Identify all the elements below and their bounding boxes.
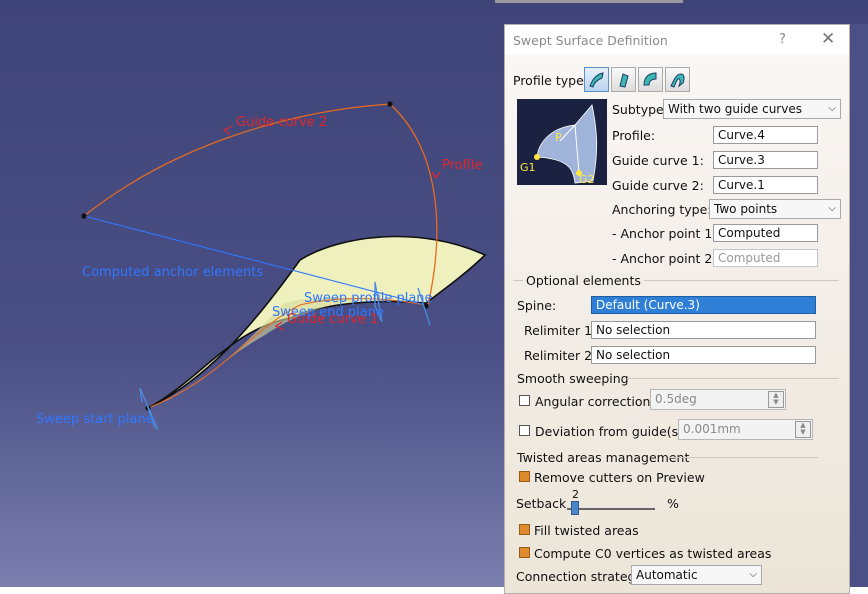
angular-correction-label: Angular correction:: [535, 394, 655, 409]
explicit-profile-icon: [589, 72, 604, 88]
profile-arrow: [431, 171, 441, 180]
spinner-arrows-icon[interactable]: ▲ ▼: [768, 391, 784, 408]
sweep-start-plane-label: Sweep start plane: [36, 412, 154, 427]
remove-cutters-label: Remove cutters on Preview: [534, 470, 705, 485]
optional-elements-title: Optional elements: [523, 273, 644, 288]
guide-curve-1-label: Guide curve 1: [287, 312, 379, 327]
relimiter-1-label: Relimiter 1:: [524, 323, 597, 338]
deviation-checkbox[interactable]: [519, 425, 530, 436]
connection-strategy-dropdown[interactable]: Automatic ⌵: [631, 565, 762, 585]
line-profile-button[interactable]: [611, 67, 636, 92]
anchor-point-1-field[interactable]: Computed: [713, 224, 818, 242]
guide-curve-1-field[interactable]: Curve.3: [713, 151, 818, 169]
chevron-down-icon: ⌵: [828, 103, 836, 114]
deviation-spinner[interactable]: 0.001mm ▲ ▼: [678, 419, 813, 440]
anchoring-type-value: Two points: [714, 202, 778, 216]
deviation-label: Deviation from guide(s):: [535, 424, 688, 439]
computed-anchor-label: Computed anchor elements: [82, 265, 264, 280]
connection-strategy-value: Automatic: [636, 568, 698, 582]
swept-surface-dialog: Swept Surface Definition ? ✕ Profile typ…: [504, 24, 850, 594]
profile-type-label: Profile type:: [513, 73, 588, 88]
profile-field-label: Profile:: [612, 128, 656, 143]
spine-field[interactable]: Default (Curve.3): [591, 296, 816, 314]
preview-point-g2: G2: [579, 173, 595, 186]
anchoring-type-dropdown[interactable]: Two points ⌵: [709, 199, 841, 219]
compute-c0-checkbox[interactable]: [519, 547, 530, 558]
deviation-value: 0.001mm: [683, 422, 741, 436]
dialog-titlebar[interactable]: Swept Surface Definition ? ✕: [505, 25, 849, 55]
guide-curve-2-field-label: Guide curve 2:: [612, 178, 704, 193]
preview-point-g1: G1: [520, 161, 536, 174]
anchor-point-left: [81, 213, 87, 219]
fill-twisted-checkbox[interactable]: [519, 524, 530, 535]
help-button[interactable]: ?: [779, 32, 786, 47]
preview-point-p: P: [555, 131, 562, 144]
fill-twisted-label: Fill twisted areas: [534, 523, 639, 538]
curve-point-top: [387, 101, 393, 107]
setback-value: 2: [572, 488, 579, 501]
dialog-title: Swept Surface Definition: [513, 33, 668, 48]
circle-profile-button[interactable]: [638, 67, 663, 92]
relimiter-2-field[interactable]: No selection: [591, 346, 816, 364]
setback-unit: %: [667, 496, 679, 511]
viewport-edge: [850, 24, 868, 587]
profile-field[interactable]: Curve.4: [713, 126, 818, 144]
connection-strategy-label: Connection strategy:: [516, 569, 647, 584]
subtype-label: Subtype:: [612, 102, 668, 117]
setback-slider-thumb[interactable]: [571, 501, 579, 515]
anchor-point-2-field[interactable]: Computed: [713, 249, 818, 267]
relimiter-1-field[interactable]: No selection: [591, 321, 816, 339]
chevron-down-icon: ⌵: [749, 569, 757, 580]
conic-profile-button[interactable]: [665, 67, 690, 92]
sweep-profile-plane-label: Sweep profile plane: [304, 291, 433, 306]
toolbar-strip: [495, 0, 683, 3]
subtype-preview-image: P G1 G2: [517, 99, 607, 186]
subtype-dropdown[interactable]: With two guide curves ⌵: [663, 99, 841, 119]
subtype-value: With two guide curves: [668, 102, 802, 116]
remove-cutters-checkbox[interactable]: [519, 471, 530, 482]
setback-label: Setback: [516, 496, 567, 511]
angular-correction-checkbox[interactable]: [519, 395, 530, 406]
compute-c0-label: Compute C0 vertices as twisted areas: [534, 546, 772, 561]
angular-correction-spinner[interactable]: 0.5deg ▲ ▼: [650, 389, 786, 410]
guide-curve-1-field-label: Guide curve 1:: [612, 153, 704, 168]
guide-curve-2-field[interactable]: Curve.1: [713, 176, 818, 194]
profile-label: Profile: [442, 158, 483, 173]
conic-profile-icon: [670, 73, 685, 88]
chevron-down-icon: ⌵: [828, 203, 836, 214]
angular-correction-value: 0.5deg: [655, 392, 697, 406]
spine-label: Spine:: [517, 298, 557, 313]
anchoring-type-label: Anchoring type:: [612, 202, 712, 217]
setback-slider-track[interactable]: [567, 508, 655, 510]
anchor-point-1-label: - Anchor point 1:: [612, 226, 717, 241]
line-profile-icon: [619, 73, 629, 88]
anchor-point-2-label: - Anchor point 2:: [612, 251, 717, 266]
guide-curve-2-label: Guide curve 2: [236, 115, 328, 130]
explicit-profile-button[interactable]: [584, 67, 609, 92]
relimiter-2-label: Relimiter 2:: [524, 348, 597, 363]
smooth-sweeping-title: Smooth sweeping: [517, 371, 629, 386]
spinner-arrows-icon[interactable]: ▲ ▼: [795, 421, 811, 438]
guide-arrow-2: [222, 125, 233, 135]
smooth-sweeping-divider: [627, 378, 839, 379]
twisted-areas-title: Twisted areas management: [517, 450, 690, 465]
circle-profile-icon: [643, 72, 657, 86]
close-button[interactable]: ✕: [821, 29, 835, 49]
twisted-areas-divider: [668, 457, 818, 458]
